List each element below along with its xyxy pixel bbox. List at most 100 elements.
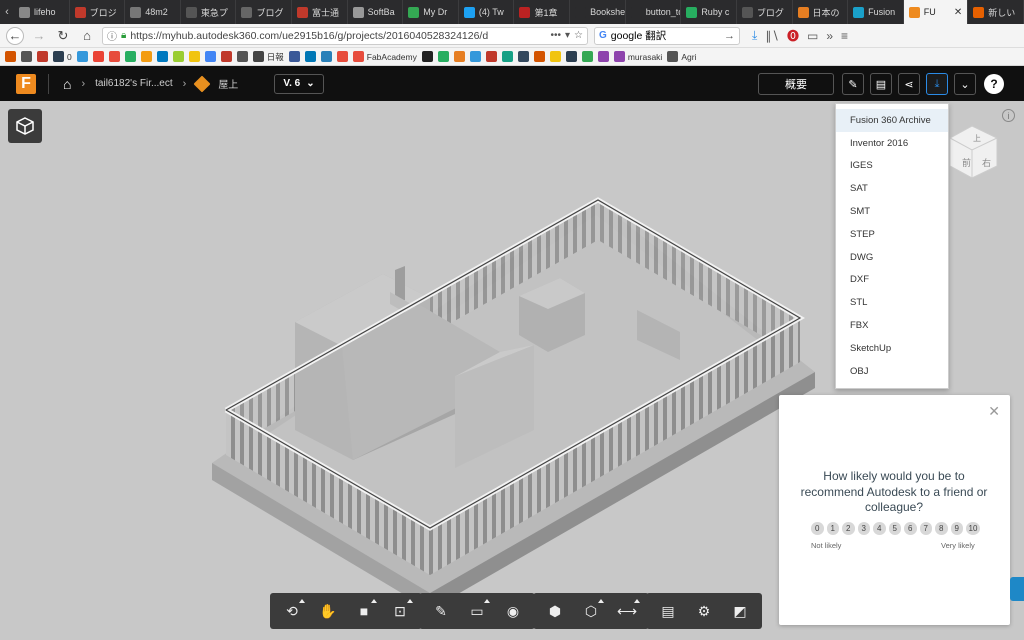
bookmark-item[interactable] [188, 51, 200, 62]
download-icon[interactable]: ⤓ [752, 28, 757, 43]
bookmark-item[interactable] [172, 51, 184, 62]
rating-option[interactable]: 7 [919, 522, 932, 535]
bookmark-item[interactable] [549, 51, 561, 62]
browser-tab[interactable]: lifeho [14, 0, 70, 24]
browser-tab[interactable]: 48m2 [125, 0, 181, 24]
bookmark-item[interactable]: Agri [667, 51, 696, 62]
download-format-item[interactable]: FBX [836, 314, 948, 337]
browser-tab[interactable]: Bookshelf [570, 0, 626, 24]
browser-tab[interactable]: My Dr [403, 0, 459, 24]
home-button[interactable]: ⌂ [78, 27, 96, 45]
menu-icon[interactable]: ≡ [841, 29, 848, 43]
bookmark-item[interactable] [92, 51, 104, 62]
url-text[interactable]: https://myhub.autodesk360.com/ue2915b16/… [130, 30, 546, 42]
download-format-item[interactable]: SMT [836, 200, 948, 223]
rating-option[interactable]: 6 [904, 522, 917, 535]
bookmark-item[interactable] [156, 51, 168, 62]
rating-option[interactable]: 8 [935, 522, 948, 535]
library-icon[interactable]: ∥∖ [765, 29, 779, 43]
browser-tab[interactable]: Ruby c [681, 0, 737, 24]
browser-tab[interactable]: button_to [626, 0, 682, 24]
bookmark-item[interactable] [597, 51, 609, 62]
pocket-icon[interactable]: ▾ [565, 30, 570, 41]
rating-option[interactable]: 3 [857, 522, 870, 535]
download-format-item[interactable]: SketchUp [836, 337, 948, 360]
navigation-cube[interactable]: 前 右 上 [942, 121, 1002, 194]
tab-close-icon[interactable]: ✕ [954, 7, 962, 18]
search-bar[interactable]: G → [594, 26, 740, 45]
bookmark-item[interactable] [220, 51, 232, 62]
download-format-item[interactable]: Fusion 360 Archive [836, 109, 948, 132]
bookmark-item[interactable]: murasaki [613, 51, 662, 62]
breadcrumb-item[interactable]: 屋上 [218, 76, 238, 91]
pinterest-icon[interactable]: ⓿ [787, 27, 799, 44]
overview-button[interactable]: 概要 [758, 73, 834, 95]
browser-tab[interactable]: ブログ [737, 0, 793, 24]
download-format-item[interactable]: SAT [836, 177, 948, 200]
bookmark-item[interactable]: 0 [53, 51, 72, 62]
info-icon[interactable]: i [1002, 109, 1015, 122]
bookmark-item[interactable]: FabAcademy [352, 51, 417, 62]
more-button[interactable]: ⌄ [954, 73, 976, 95]
home-view-button[interactable] [8, 109, 42, 143]
search-input[interactable] [610, 29, 720, 42]
bookmark-star-icon[interactable]: ☆ [574, 30, 583, 41]
bookmark-item[interactable] [204, 51, 216, 62]
feedback-side-tab[interactable] [1010, 577, 1024, 601]
download-format-item[interactable]: DWG [836, 246, 948, 269]
browser-tab[interactable]: SoftBa [348, 0, 404, 24]
browser-tab[interactable]: 日本の [793, 0, 849, 24]
measure-tool-button[interactable]: ⟷ [609, 593, 645, 629]
download-format-item[interactable]: DXF [836, 269, 948, 292]
bookmark-item[interactable] [236, 51, 248, 62]
bookmark-item[interactable] [565, 51, 577, 62]
camera-tool-button[interactable]: ■ [346, 593, 382, 629]
bookmark-item[interactable] [485, 51, 497, 62]
help-button[interactable]: ? [984, 74, 1004, 94]
browser-tab[interactable]: ブロジ [70, 0, 126, 24]
download-format-item[interactable]: Inventor 2016 [836, 132, 948, 155]
rating-option[interactable]: 4 [873, 522, 886, 535]
browser-tab[interactable]: 第1章 [514, 0, 571, 24]
rating-option[interactable]: 9 [950, 522, 963, 535]
bookmark-item[interactable] [21, 51, 32, 62]
close-icon[interactable]: ✕ [988, 403, 1000, 420]
home-icon[interactable]: ⌂ [63, 76, 71, 92]
bookmark-item[interactable] [469, 51, 481, 62]
search-go-icon[interactable]: → [724, 30, 735, 42]
browser-tab[interactable]: ブログ [236, 0, 293, 24]
orbit-tool-button[interactable]: ⟲ [274, 593, 310, 629]
info-icon[interactable]: ⓘ [107, 28, 117, 43]
visibility-tool-button[interactable]: ◉ [495, 593, 531, 629]
section-tool-button[interactable]: ⬢ [537, 593, 573, 629]
more-actions-icon[interactable]: ••• [550, 30, 561, 41]
bookmark-item[interactable] [108, 51, 120, 62]
rating-option[interactable]: 5 [888, 522, 901, 535]
version-select[interactable]: V. 6 ⌄ [274, 73, 324, 94]
tab-scroll-left-icon[interactable]: ‹ [0, 0, 14, 24]
reload-button[interactable]: ↻ [54, 27, 72, 45]
bookmark-item[interactable] [5, 51, 16, 62]
download-format-item[interactable]: OBJ [836, 360, 948, 383]
bookmark-item[interactable] [421, 51, 433, 62]
fullscreen-tool-button[interactable]: ◩ [722, 593, 758, 629]
edit-button[interactable]: ✎ [842, 73, 864, 95]
download-format-item[interactable]: IGES [836, 155, 948, 178]
bookmark-item[interactable] [517, 51, 529, 62]
bookmark-item[interactable] [501, 51, 513, 62]
settings-tool-button[interactable]: ⚙ [686, 593, 722, 629]
download-format-item[interactable]: STEP [836, 223, 948, 246]
url-bar[interactable]: ⓘ 🔒︎ https://myhub.autodesk360.com/ue291… [102, 26, 588, 45]
markup-tool-button[interactable]: ✎ [423, 593, 459, 629]
bookmark-item[interactable] [336, 51, 348, 62]
rating-option[interactable]: 0 [811, 522, 824, 535]
rating-option[interactable]: 1 [826, 522, 839, 535]
bookmark-item[interactable] [140, 51, 152, 62]
comment-button[interactable]: ▤ [870, 73, 892, 95]
explode-tool-button[interactable]: ⬡ [573, 593, 609, 629]
pan-tool-button[interactable]: ✋ [310, 593, 346, 629]
rating-option[interactable]: 10 [966, 522, 980, 535]
bookmark-item[interactable] [533, 51, 545, 62]
sidebar-icon[interactable]: ▭ [807, 29, 818, 43]
forward-button[interactable]: → [30, 27, 48, 45]
